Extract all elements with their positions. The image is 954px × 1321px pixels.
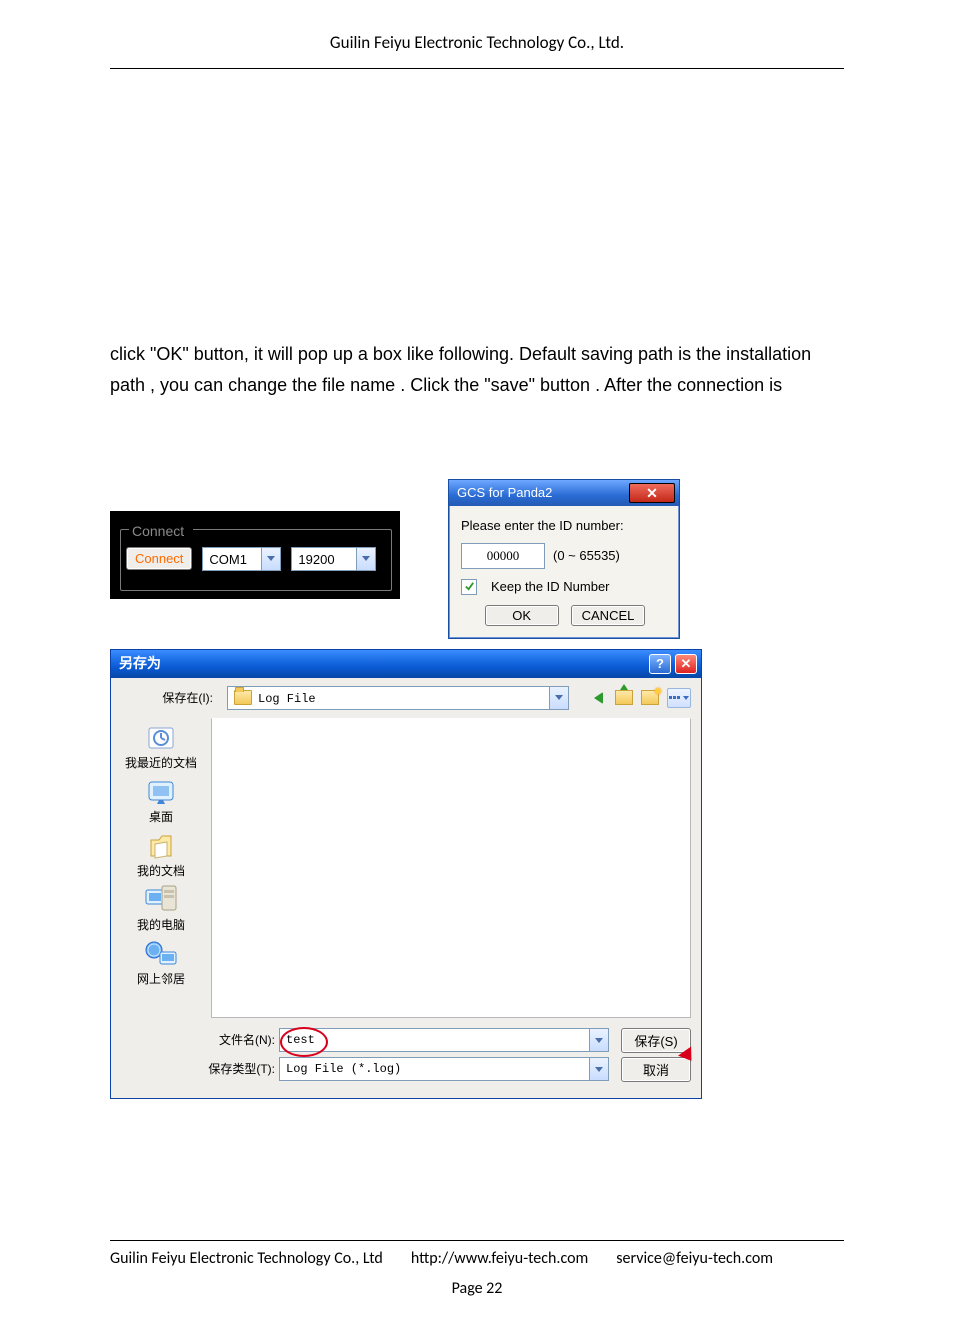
- id-prompt: Please enter the ID number:: [461, 516, 669, 536]
- ok-button[interactable]: OK: [485, 605, 559, 626]
- para-install: Run the "FY Panda2 GCS Setup.exe" file, …: [110, 229, 844, 256]
- footer-company: Guilin Feiyu Electronic Technology Co., …: [110, 1247, 383, 1271]
- save-button[interactable]: 保存(S): [621, 1028, 691, 1053]
- filename-value: test: [286, 1031, 315, 1049]
- dropdown-icon: [261, 548, 280, 570]
- save-as-dialog: 另存为 ? ✕ 保存在(I): Log File: [110, 649, 702, 1099]
- place-label: 网上邻居: [137, 970, 185, 988]
- notice-line-1: a) Set the FY-Panda Ⅱ autopilot ID numbe…: [110, 1162, 844, 1189]
- place-mycomputer[interactable]: 我的电脑: [111, 884, 211, 934]
- filename-input[interactable]: test: [279, 1028, 609, 1052]
- place-recent[interactable]: 我最近的文档: [111, 722, 211, 772]
- place-label: 我的电脑: [137, 916, 185, 934]
- close-icon[interactable]: ✕: [675, 654, 697, 674]
- help-icon[interactable]: ?: [649, 654, 671, 674]
- close-icon[interactable]: ✕: [629, 483, 675, 503]
- dropdown-icon: [356, 548, 375, 570]
- save-in-select[interactable]: Log File: [227, 686, 569, 710]
- view-mode-icon[interactable]: [667, 688, 691, 708]
- saveas-title: 另存为: [119, 653, 161, 674]
- cancel-button[interactable]: CANCEL: [571, 605, 646, 626]
- place-label: 我最近的文档: [125, 754, 197, 772]
- id-number-dialog: GCS for Panda2 ✕ Please enter the ID num…: [448, 479, 680, 639]
- com-port-select[interactable]: COM1: [202, 547, 281, 571]
- place-desktop[interactable]: 桌面: [111, 776, 211, 826]
- place-label: 桌面: [149, 808, 173, 826]
- footer-url: http://www.feiyu-tech.com: [411, 1247, 588, 1271]
- id-number-input[interactable]: [461, 543, 545, 569]
- filetype-select[interactable]: Log File (*.log): [279, 1057, 609, 1081]
- footer-email: service@feiyu-tech.com: [616, 1247, 773, 1271]
- places-bar: 我最近的文档 桌面 我的文档 我的电脑 网上邻居: [111, 718, 211, 1018]
- keep-id-checkbox[interactable]: [461, 579, 477, 595]
- save-in-value: Log File: [258, 687, 549, 708]
- para-id-1: You need to set the FY-Panda Ⅱ autopilot…: [110, 310, 844, 337]
- keep-id-label: Keep the ID Number: [491, 577, 610, 597]
- back-icon[interactable]: [589, 689, 607, 707]
- para-id-3: path , you can change the file name . Cl…: [110, 372, 844, 399]
- notice-heading: Notice:: [110, 1131, 844, 1158]
- dropdown-icon: [549, 687, 568, 709]
- filetype-label: 保存类型(T):: [111, 1060, 279, 1078]
- place-label: 我的文档: [137, 862, 185, 880]
- up-folder-icon[interactable]: [615, 689, 633, 707]
- para-id-2: click "OK" button, it will pop up a box …: [110, 341, 844, 368]
- connect-legend: Connect: [130, 521, 186, 542]
- page-header: Guilin Feiyu Electronic Technology Co., …: [110, 30, 844, 69]
- folder-icon: [234, 690, 252, 705]
- connect-button[interactable]: Connect: [126, 547, 192, 570]
- baud-rate-select[interactable]: 19200: [291, 547, 376, 571]
- dialog-title: GCS for Panda2: [457, 483, 552, 503]
- save-button-label: 保存(S): [634, 1034, 677, 1049]
- para-id-4: successful, all the flight data will be …: [110, 403, 844, 430]
- filetype-value: Log File (*.log): [286, 1060, 401, 1078]
- com-port-value: COM1: [203, 548, 261, 570]
- place-mydocs[interactable]: 我的文档: [111, 830, 211, 880]
- page-footer: Guilin Feiyu Electronic Technology Co., …: [110, 1240, 844, 1271]
- section-title: Panda Ⅱ GCS software: [110, 77, 844, 118]
- heading-install: 1 . Install the Panda2 GCS software: [110, 141, 844, 176]
- dropdown-icon: [589, 1029, 608, 1051]
- connect-panel: Connect Connect COM1 19200: [110, 511, 400, 599]
- subheading-id: (2) Appoint ID number: [110, 270, 844, 302]
- baud-rate-value: 19200: [292, 548, 356, 570]
- dropdown-icon: [589, 1058, 608, 1080]
- page-number: Page 22: [110, 1277, 844, 1301]
- new-folder-icon[interactable]: [641, 689, 659, 707]
- para-id-5: factory.: [110, 434, 844, 461]
- filename-label: 文件名(N):: [111, 1031, 279, 1049]
- file-list-area[interactable]: [211, 718, 691, 1018]
- subheading-install: (1) Install the Panda2 GCS software: [110, 190, 844, 222]
- id-range-label: (0 ~ 65535): [553, 546, 620, 566]
- dialog-titlebar: GCS for Panda2 ✕: [449, 480, 679, 506]
- save-in-label: 保存在(I):: [135, 689, 217, 707]
- place-network[interactable]: 网上邻居: [111, 938, 211, 988]
- notice-line-2: b) If you want to control multiple aircr…: [110, 1193, 844, 1220]
